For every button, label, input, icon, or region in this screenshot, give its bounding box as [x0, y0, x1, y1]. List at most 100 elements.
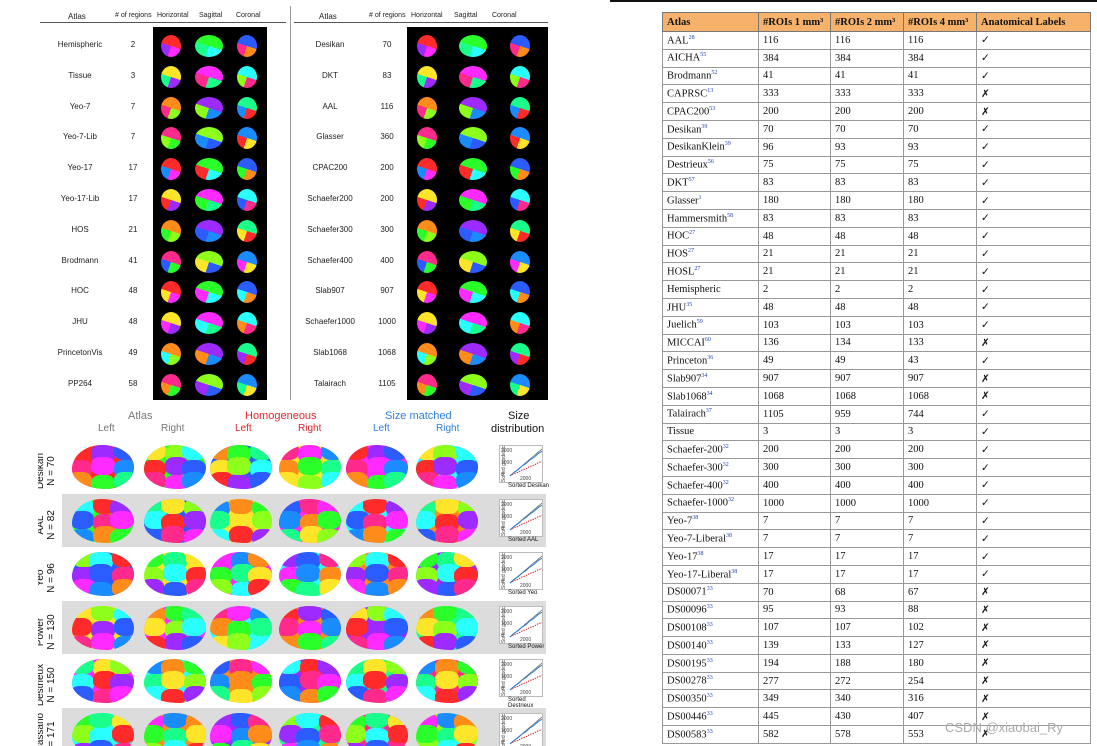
citation-ref[interactable]: 34	[707, 391, 713, 397]
citation-ref[interactable]: 38	[726, 533, 732, 539]
citation-ref[interactable]: 33	[707, 640, 713, 646]
parcel	[72, 686, 94, 703]
cell-rois-2mm: 21	[830, 262, 904, 282]
brain-surface	[72, 445, 134, 489]
parcel	[346, 472, 368, 489]
citation-ref[interactable]: 35	[686, 302, 692, 308]
citation-ref[interactable]: 59	[697, 319, 703, 325]
citation-ref[interactable]: 33	[707, 729, 713, 735]
citation-ref[interactable]: 38	[692, 515, 698, 521]
table-row: AICHA55 384 384 384 ✓	[662, 48, 1091, 68]
parcel	[317, 686, 341, 703]
side-label-right-size-matched: Right	[436, 423, 460, 434]
cell-rois-4mm: 384	[903, 48, 977, 68]
cell-rois-2mm: 70	[830, 119, 904, 139]
cell-rois-1mm: 17	[758, 564, 831, 584]
citation-ref[interactable]: 33	[707, 675, 713, 681]
parcel	[184, 686, 206, 703]
citation-ref[interactable]: 39	[701, 124, 707, 130]
brain-slice	[459, 96, 487, 119]
atlas-count-left: 48	[128, 317, 138, 327]
parcel	[279, 617, 299, 636]
citation-ref[interactable]: 39	[725, 141, 731, 147]
citation-ref[interactable]: 34	[701, 373, 707, 379]
brain-slice	[417, 219, 437, 242]
cell-rois-1mm: 194	[758, 653, 831, 673]
parcel	[229, 689, 253, 703]
brain-slice	[161, 373, 181, 396]
parcel	[210, 686, 230, 703]
citation-ref[interactable]: 32	[723, 444, 729, 450]
cell-rois-1mm: 3	[758, 422, 831, 442]
cell-rois-4mm: 21	[903, 244, 977, 264]
parcel	[184, 528, 206, 543]
cell-anatomical-label: ✗	[976, 689, 1091, 709]
parcel	[279, 686, 301, 703]
cell-atlas: Brodmann52	[662, 66, 759, 86]
cell-rois-2mm: 272	[830, 671, 904, 691]
brain-slice	[161, 96, 181, 119]
citation-ref[interactable]: 32	[723, 462, 729, 468]
parcel	[384, 635, 408, 650]
brain-slice	[417, 189, 437, 211]
atlas-name: DKT	[667, 177, 689, 189]
citation-ref[interactable]: 60	[705, 337, 711, 343]
cell-anatomical-label: ✓	[976, 404, 1091, 424]
parcel	[433, 475, 457, 489]
brain-surface	[144, 445, 206, 489]
brain-slice	[195, 312, 223, 335]
cell-rois-4mm: 200	[903, 440, 977, 460]
citation-ref[interactable]: 38	[731, 569, 737, 575]
citation-ref[interactable]: 28	[689, 35, 695, 41]
parcel	[161, 671, 185, 689]
citation-ref[interactable]: 58	[727, 213, 733, 219]
cell-rois-4mm: 103	[903, 315, 977, 335]
citation-ref[interactable]: 55	[700, 52, 706, 58]
parcel	[227, 632, 251, 650]
cell-atlas: Desikan39	[662, 119, 759, 139]
cell-rois-1mm: 7	[758, 511, 831, 531]
atlas-count-right: 400	[380, 255, 394, 265]
row-atlas-name: Desikan	[38, 452, 46, 490]
citation-ref[interactable]: 33	[707, 658, 713, 664]
citation-ref[interactable]: 52	[711, 70, 717, 76]
cell-rois-2mm: 83	[830, 208, 904, 228]
citation-ref[interactable]: 1	[699, 195, 702, 201]
citation-ref[interactable]: 33	[707, 604, 713, 610]
citation-ref[interactable]: 33	[707, 711, 713, 717]
header-rule-right	[294, 22, 548, 23]
atlas-count-right: 300	[380, 224, 394, 234]
citation-ref[interactable]: 53	[709, 106, 715, 112]
parcel	[110, 510, 134, 529]
citation-ref[interactable]: 33	[707, 622, 713, 628]
cell-rois-1mm: 96	[758, 137, 831, 157]
cell-rois-1mm: 200	[758, 102, 831, 121]
citation-ref[interactable]: 27	[688, 248, 694, 254]
citation-ref[interactable]: 27	[694, 266, 700, 272]
atlas-name: Slab1068	[667, 391, 707, 403]
mini-ytick: 1000	[501, 620, 513, 627]
atlas-name: DS00195	[667, 658, 707, 670]
citation-ref[interactable]: 32	[728, 497, 734, 503]
citation-ref[interactable]: 38	[697, 551, 703, 557]
table-row: DKT57 83 83 83 ✓	[662, 173, 1091, 193]
citation-ref[interactable]: 36	[707, 355, 713, 361]
side-label-left-atlas: Left	[98, 423, 115, 434]
citation-ref[interactable]: 33	[707, 693, 713, 699]
citation-ref[interactable]: 33	[707, 586, 713, 592]
cell-atlas: Princeton36	[662, 351, 759, 371]
brain-slice	[161, 158, 181, 181]
cell-atlas: Talairach37	[662, 404, 759, 424]
citation-ref[interactable]: 13	[707, 88, 713, 94]
citation-ref[interactable]: 37	[706, 408, 712, 414]
cell-rois-1mm: 349	[758, 689, 831, 709]
parcel	[114, 635, 134, 650]
citation-ref[interactable]: 27	[689, 230, 695, 236]
brain-surface	[144, 605, 206, 650]
citation-ref[interactable]: 57	[689, 177, 695, 183]
parcel	[321, 445, 341, 460]
parcel	[346, 617, 368, 636]
citation-ref[interactable]: 56	[708, 159, 714, 165]
citation-ref[interactable]: 32	[723, 480, 729, 486]
cell-rois-1mm: 1105	[758, 404, 831, 424]
